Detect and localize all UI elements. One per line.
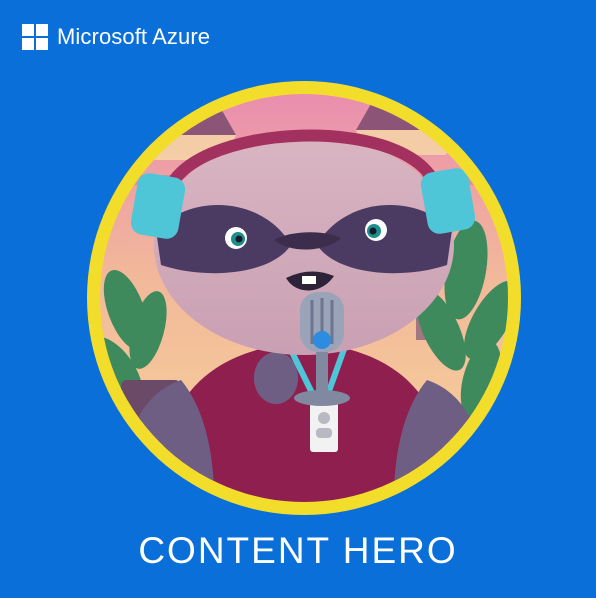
content-hero-badge [86,80,522,516]
content-hero-title: CONTENT HERO [138,530,458,571]
microsoft-logo-icon [22,24,48,50]
raccoon-mascot-illustration [87,81,521,515]
brand-name: Microsoft Azure [57,24,211,49]
microsoft-azure-brand: Microsoft Azure [22,24,210,50]
